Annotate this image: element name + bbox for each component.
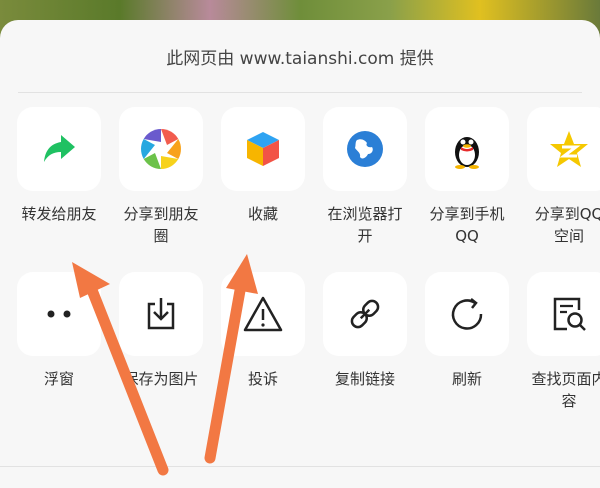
tile-label: 收藏 [247,205,278,223]
save-as-image-button[interactable]: 保存为图片 [110,272,212,390]
share-to-qzone-button[interactable]: 分享到QQ 空间 [518,107,600,247]
tile-label: 刷新 [451,370,482,388]
save-image-download-icon [147,298,175,330]
tile-label: 转发给朋友 [21,205,97,223]
tile-label: 保存为图片 [123,370,199,388]
find-in-page-button[interactable]: 查找页面内 容 [518,272,600,412]
tile-label: 复制链接 [334,370,395,388]
share-to-qq-button[interactable]: 分享到手机 QQ [416,107,518,247]
favorites-button[interactable]: 收藏 [212,107,314,225]
tile-label: 分享到QQ 空间 [534,205,600,245]
tile-label: 查找页面内 容 [531,370,600,410]
qzone-star-icon [550,131,588,167]
float-window-button[interactable]: 浮窗 [8,272,110,390]
open-in-browser-button[interactable]: 在浏览器打 开 [314,107,416,247]
copy-link-button[interactable]: 复制链接 [314,272,416,390]
search-document-icon [553,297,586,331]
tile-label: 投诉 [247,370,278,388]
qq-penguin-icon [455,137,479,169]
action-row: 浮窗 保存为图片 投诉 复制链接 刷新 查找页面内 容 [0,272,600,432]
tile-label: 分享到手机 QQ [429,205,505,245]
refresh-icon [451,298,483,330]
share-to-moments-button[interactable]: 分享到朋友 圈 [110,107,212,247]
share-row: 转发给朋友 分享到朋友 圈 收藏 在浏览器打 开 分享到手机 QQ 分享到QQ … [0,107,600,267]
tile-label: 在浏览器打 开 [327,205,403,245]
sheet-header: 此网页由 www.taianshi.com 提供 [18,20,582,93]
refresh-button[interactable]: 刷新 [416,272,518,390]
tile-label: 浮窗 [43,370,74,388]
float-window-dots-icon [47,310,71,318]
forward-arrow-icon [44,135,75,162]
sheet-title: 此网页由 www.taianshi.com 提供 [166,48,434,69]
favorites-cube-icon [247,132,279,166]
warning-triangle-icon [243,296,283,332]
tile-label: 分享到朋友 圈 [123,205,199,245]
globe-browser-icon [347,131,383,167]
link-chain-icon [350,299,380,329]
report-button[interactable]: 投诉 [212,272,314,390]
forward-to-friend-button[interactable]: 转发给朋友 [8,107,110,225]
bottom-divider [0,466,600,467]
moments-aperture-icon [141,129,181,169]
